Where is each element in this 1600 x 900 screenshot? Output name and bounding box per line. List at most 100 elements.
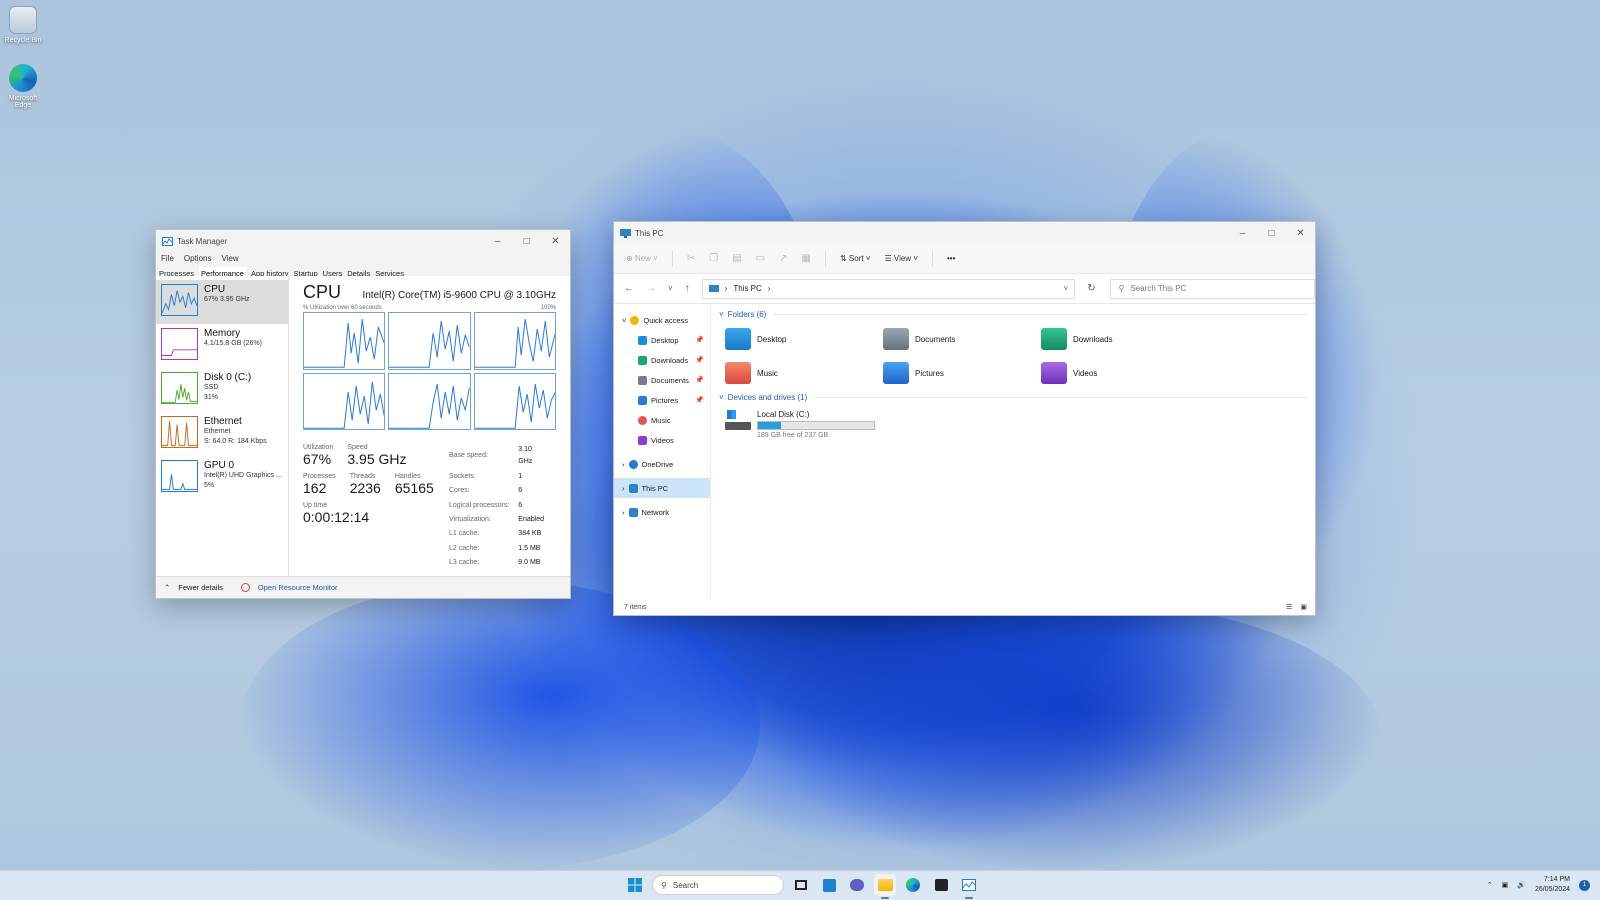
clock[interactable]: 7:14 PM 26/05/2024: [1535, 875, 1570, 895]
nav-downloads[interactable]: Downloads 📌: [614, 350, 710, 370]
nav-videos[interactable]: Videos: [614, 430, 710, 450]
notification-badge[interactable]: 1: [1579, 879, 1590, 891]
drive-usage-bar: [757, 421, 875, 430]
open-resource-monitor-link[interactable]: Open Resource Monitor: [258, 583, 338, 592]
resource-disk[interactable]: Disk 0 (C:) SSD 31%: [156, 368, 288, 412]
new-button[interactable]: ⊕ New ˅: [626, 254, 658, 263]
drive-item[interactable]: Local Disk (C:) 189 GB free of 237 GB: [719, 404, 1307, 445]
detail-row: L1 cache: 384 KB: [449, 530, 542, 538]
nav-this-pc[interactable]: › This PC: [614, 478, 710, 498]
share-icon[interactable]: ↗: [779, 253, 787, 264]
sort-button[interactable]: ⇅ Sort ˅: [840, 254, 871, 263]
nav-network[interactable]: › Network: [614, 502, 710, 522]
computer-icon: [628, 483, 638, 493]
volume-icon[interactable]: 🔊: [1517, 881, 1526, 889]
folders-group-header[interactable]: ˅ Folders (6): [719, 308, 1307, 321]
maximize-button[interactable]: □: [512, 230, 541, 252]
explorer-titlebar[interactable]: This PC – □ ✕: [614, 222, 1315, 244]
this-pc-icon: [620, 228, 631, 238]
close-button[interactable]: ✕: [541, 230, 570, 252]
taskbar-search[interactable]: ⚲ Search: [652, 875, 784, 895]
drive-free-space: 189 GB free of 237 GB: [757, 432, 829, 439]
fewer-details-button[interactable]: Fewer details: [178, 583, 223, 592]
resource-ethernet[interactable]: Ethernet Ethernet S: 64.0 R: 184 Kbps: [156, 412, 288, 456]
resource-memory[interactable]: Memory 4.1/15.8 GB (26%): [156, 324, 288, 368]
menu-options[interactable]: Options: [184, 254, 212, 263]
task-manager-footer: ⌃ Fewer details Open Resource Monitor: [156, 576, 570, 598]
nav-onedrive[interactable]: › OneDrive: [614, 454, 710, 474]
refresh-icon[interactable]: ↻: [1087, 283, 1095, 294]
nav-pictures[interactable]: Pictures 📌: [614, 390, 710, 410]
folder-item[interactable]: Downloads: [1041, 327, 1199, 351]
task-manager-taskbar-button[interactable]: [958, 874, 980, 899]
cloud-icon: [628, 459, 638, 469]
copy-icon[interactable]: ❐: [709, 253, 718, 264]
expand-chevron-icon[interactable]: ˅: [622, 316, 626, 325]
documents-icon: [638, 375, 647, 385]
folder-item[interactable]: Documents: [883, 327, 1041, 351]
forward-arrow-icon[interactable]: →: [646, 283, 656, 294]
edge-taskbar-button[interactable]: [902, 874, 924, 896]
file-explorer-window: This PC – □ ✕ ⊕ New ˅ ✂ ❐ ▤ ▭ ↗ ▦ ⇅ Sort…: [613, 221, 1316, 616]
detail-row: L3 cache: 9.0 MB: [449, 559, 541, 567]
memory-thumbnail: [161, 328, 198, 360]
nav-music[interactable]: Music: [614, 410, 710, 430]
cpu-panel: CPU Intel(R) Core(TM) i5-9600 CPU @ 3.10…: [289, 276, 570, 576]
chat-button[interactable]: [846, 874, 868, 896]
resource-detail: 4.1/15.8 GB (26%): [204, 340, 262, 347]
store-button[interactable]: [930, 874, 952, 896]
paste-icon[interactable]: ▤: [732, 253, 741, 264]
speed-value: 3.95 GHz: [347, 451, 407, 467]
nav-documents[interactable]: Documents 📌: [614, 370, 710, 390]
details-view-icon[interactable]: ☰: [1286, 603, 1292, 611]
task-view-button[interactable]: [790, 874, 812, 896]
tiles-view-icon[interactable]: ▣: [1300, 603, 1307, 611]
network-icon[interactable]: ▣: [1502, 881, 1509, 889]
cut-icon[interactable]: ✂: [687, 253, 695, 264]
chevron-up-icon[interactable]: ⌃: [164, 583, 170, 592]
folder-item[interactable]: Videos: [1041, 361, 1199, 385]
expand-chevron-icon[interactable]: ›: [622, 484, 625, 493]
widgets-button[interactable]: [818, 874, 840, 896]
breadcrumb-this-pc[interactable]: This PC: [733, 284, 761, 293]
expand-chevron-icon[interactable]: ›: [622, 460, 625, 469]
search-input[interactable]: ⚲ Search This PC: [1109, 278, 1315, 299]
menu-view[interactable]: View: [221, 254, 238, 263]
address-bar-row: ← → ˅ ↑ › This PC › ˅ ↻ ⚲ Search This PC: [614, 274, 1315, 304]
rename-icon[interactable]: ▭: [756, 253, 765, 264]
uptime-value: 0:00:12:14: [303, 509, 370, 525]
core-graph: [388, 312, 471, 370]
folder-item[interactable]: Pictures: [883, 361, 1041, 385]
folder-item[interactable]: Desktop: [725, 327, 883, 351]
menu-file[interactable]: File: [161, 254, 174, 263]
file-explorer-taskbar-button[interactable]: [874, 874, 896, 899]
back-arrow-icon[interactable]: ←: [624, 283, 634, 294]
stat-label: Processes: [303, 473, 336, 480]
file-list: ˅ Folders (6) Desktop Documents Downloads…: [711, 304, 1315, 599]
address-history-chevron-icon[interactable]: ˅: [1064, 284, 1069, 293]
desktop-icon-edge[interactable]: Microsoft Edge: [0, 64, 46, 109]
breadcrumb-separator: ›: [724, 284, 728, 293]
view-button[interactable]: ☰ View ˅: [884, 254, 918, 263]
address-bar[interactable]: › This PC › ˅: [701, 278, 1076, 299]
minimize-button[interactable]: –: [483, 230, 512, 252]
nav-quick-access[interactable]: ˅ Quick access: [614, 310, 710, 330]
folder-item[interactable]: Music: [725, 361, 883, 385]
recent-chevron-icon[interactable]: ˅: [668, 284, 673, 293]
close-button[interactable]: ✕: [1286, 222, 1315, 244]
show-hidden-icons-chevron-icon[interactable]: ⌃: [1487, 881, 1493, 889]
store-icon: [934, 879, 948, 891]
minimize-button[interactable]: –: [1228, 222, 1257, 244]
more-options-button[interactable]: •••: [947, 254, 955, 263]
up-arrow-icon[interactable]: ↑: [685, 283, 690, 294]
nav-desktop[interactable]: Desktop 📌: [614, 330, 710, 350]
expand-chevron-icon[interactable]: ›: [622, 508, 625, 517]
resource-gpu[interactable]: GPU 0 Intel(R) UHD Graphics ... 5%: [156, 456, 288, 500]
maximize-button[interactable]: □: [1257, 222, 1286, 244]
resource-cpu[interactable]: CPU 67% 3.95 GHz: [156, 280, 288, 324]
drives-group-header[interactable]: ˅ Devices and drives (1): [719, 391, 1307, 404]
delete-icon[interactable]: ▦: [802, 253, 811, 264]
start-button[interactable]: [624, 874, 646, 896]
desktop-icon-recycle-bin[interactable]: Recycle Bin: [0, 6, 46, 44]
task-manager-titlebar[interactable]: Task Manager – □ ✕: [156, 230, 570, 252]
